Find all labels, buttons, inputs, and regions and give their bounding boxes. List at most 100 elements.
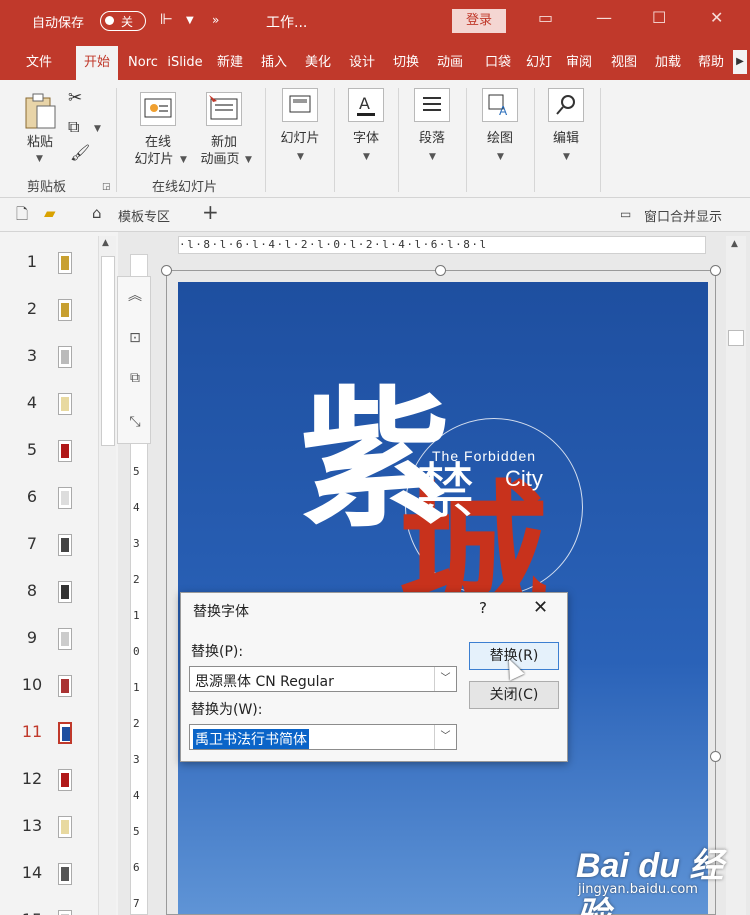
slide-thumbnail[interactable] — [58, 346, 72, 368]
slide-thumbnail-item[interactable]: 7 — [0, 534, 100, 574]
resize-handle[interactable] — [161, 265, 172, 276]
font-button[interactable]: 字体 — [336, 130, 396, 147]
slide-thumbnail[interactable] — [58, 769, 72, 791]
new-animation-page-icon[interactable] — [206, 92, 242, 126]
slide-thumbnail[interactable] — [58, 910, 72, 915]
slide-thumbnail-item[interactable]: 15 — [0, 910, 100, 915]
ribbon-display-icon[interactable]: ▭ — [538, 8, 553, 27]
slide-english-line1[interactable]: The Forbidden — [432, 448, 536, 464]
slide-thumbnail[interactable] — [58, 299, 72, 321]
slide-thumbnail-item[interactable]: 10 — [0, 675, 100, 715]
tab-pocket[interactable]: 口袋 — [478, 46, 518, 80]
quick-access-icon[interactable]: ⊩ — [160, 10, 173, 28]
slide-thumbnail[interactable] — [58, 487, 72, 509]
tab-file[interactable]: 文件 — [18, 46, 60, 80]
slide-thumbnail-item[interactable]: 3 — [0, 346, 100, 386]
tab-help[interactable]: 帮助 — [692, 46, 730, 80]
tab-addins[interactable]: 加载 — [648, 46, 688, 80]
resize-handle[interactable] — [710, 751, 721, 762]
tab-transitions[interactable]: 切换 — [386, 46, 426, 80]
tab-animations[interactable]: 动画 — [430, 46, 470, 80]
template-zone-tab[interactable]: 模板专区 — [118, 206, 170, 225]
paragraph-dropdown-icon[interactable]: ▼ — [429, 152, 436, 162]
slide-thumbnail-item[interactable]: 1 — [0, 252, 100, 292]
slide-thumbnail[interactable] — [58, 581, 72, 603]
slide-thumbnail[interactable] — [58, 628, 72, 650]
online-slides-line2[interactable]: 幻灯片 — [128, 151, 180, 168]
add-tab-button[interactable]: + — [202, 200, 219, 224]
slide-thumbnail-item[interactable]: 8 — [0, 581, 100, 621]
new-document-icon[interactable]: 🗋 — [16, 204, 28, 229]
resize-icon[interactable]: ⤡ — [124, 411, 146, 433]
online-slides-line1[interactable]: 在线 — [128, 134, 188, 151]
format-painter-icon[interactable]: 🖌 — [70, 144, 90, 161]
slide-thumbnail-item[interactable]: 11 — [0, 722, 100, 762]
close-icon[interactable]: ✕ — [710, 8, 723, 27]
tab-islide[interactable]: iSlide — [166, 46, 204, 80]
slide-thumbnail[interactable] — [58, 440, 72, 462]
slide-thumbnail[interactable] — [58, 722, 72, 744]
slide-thumbnail[interactable] — [58, 393, 72, 415]
merge-windows-button[interactable]: 窗口合并显示 — [644, 206, 722, 225]
editing-button[interactable]: 编辑 — [536, 130, 596, 147]
help-button[interactable]: ? — [479, 599, 487, 617]
resize-handle[interactable] — [435, 265, 446, 276]
tab-home[interactable]: 开始 — [76, 46, 118, 80]
tab-beautify[interactable]: 美化 — [298, 46, 338, 80]
chevron-down-icon[interactable]: ﹀ — [434, 725, 456, 749]
slide-thumbnail-item[interactable]: 2 — [0, 299, 100, 339]
slides-icon[interactable] — [282, 88, 318, 122]
autosave-toggle[interactable]: 关 — [100, 11, 146, 31]
slide-thumbnail[interactable] — [58, 816, 72, 838]
slide-thumbnail-item[interactable]: 6 — [0, 487, 100, 527]
minimize-icon[interactable]: — — [596, 8, 612, 27]
new-animation-line1[interactable]: 新加 — [198, 134, 250, 151]
drawing-button[interactable]: 绘图 — [470, 130, 530, 147]
online-slides-dropdown-icon[interactable]: ▼ — [180, 155, 187, 165]
layer-icon[interactable]: ⧉ — [124, 367, 146, 389]
new-animation-dropdown-icon[interactable]: ▼ — [245, 155, 252, 165]
tab-view[interactable]: 视图 — [604, 46, 644, 80]
resize-handle[interactable] — [710, 265, 721, 276]
folder-icon[interactable]: ▰ — [44, 204, 56, 222]
clipboard-launcher-icon[interactable]: ◲ — [102, 182, 111, 192]
slide-thumbnail[interactable] — [58, 534, 72, 556]
slide-thumbnail-item[interactable]: 9 — [0, 628, 100, 668]
scroll-up-icon[interactable]: ▲ — [731, 239, 738, 249]
collapse-up-icon[interactable]: ︽ — [124, 285, 146, 307]
login-button[interactable]: 登录 — [452, 9, 506, 33]
close-icon[interactable]: ✕ — [533, 597, 548, 618]
drawing-icon[interactable]: A — [482, 88, 518, 122]
tab-slideshow[interactable]: 幻灯 — [522, 46, 556, 80]
online-slides-icon[interactable] — [140, 92, 176, 126]
slide-thumbnail-item[interactable]: 4 — [0, 393, 100, 433]
tab-review[interactable]: 审阅 — [560, 46, 598, 80]
slide-thumbnail-item[interactable]: 5 — [0, 440, 100, 480]
customize-icon[interactable]: » — [212, 13, 219, 27]
slide-thumbnail-item[interactable]: 13 — [0, 816, 100, 856]
paste-dropdown-icon[interactable]: ▼ — [36, 154, 43, 164]
slide-english-line2[interactable]: City — [505, 466, 543, 492]
scrollbar-thumb[interactable] — [101, 256, 115, 446]
font-icon[interactable]: A — [348, 88, 384, 122]
close-button[interactable]: 关闭(C) — [469, 681, 559, 709]
slide-thumbnail[interactable] — [58, 252, 72, 274]
chevron-down-icon[interactable]: ▼ — [186, 15, 194, 26]
cut-icon[interactable]: ✂ — [68, 90, 82, 107]
drawing-dropdown-icon[interactable]: ▼ — [497, 152, 504, 162]
slide-thumbnail-item[interactable]: 14 — [0, 863, 100, 903]
maximize-icon[interactable]: ☐ — [652, 8, 666, 27]
paste-icon[interactable] — [22, 92, 58, 132]
new-animation-line2[interactable]: 动画页 — [194, 151, 246, 168]
editing-dropdown-icon[interactable]: ▼ — [563, 152, 570, 162]
slide-thumbnail[interactable] — [58, 863, 72, 885]
canvas-scrollbar[interactable]: ▲ — [726, 236, 746, 915]
tab-nordri[interactable]: Norc — [124, 46, 162, 80]
paragraph-button[interactable]: 段落 — [402, 130, 462, 147]
copy-icon[interactable]: ⧉ — [68, 118, 79, 135]
slide-char-jin[interactable]: 禁 — [415, 462, 475, 522]
tab-scroll-right-icon[interactable]: ▶ — [733, 50, 747, 74]
tab-insert[interactable]: 插入 — [254, 46, 294, 80]
replace-with-font-select[interactable]: 禹卫书法行书简体 ﹀ — [189, 724, 457, 750]
replace-font-select[interactable]: 思源黑体 CN Regular ﹀ — [189, 666, 457, 692]
